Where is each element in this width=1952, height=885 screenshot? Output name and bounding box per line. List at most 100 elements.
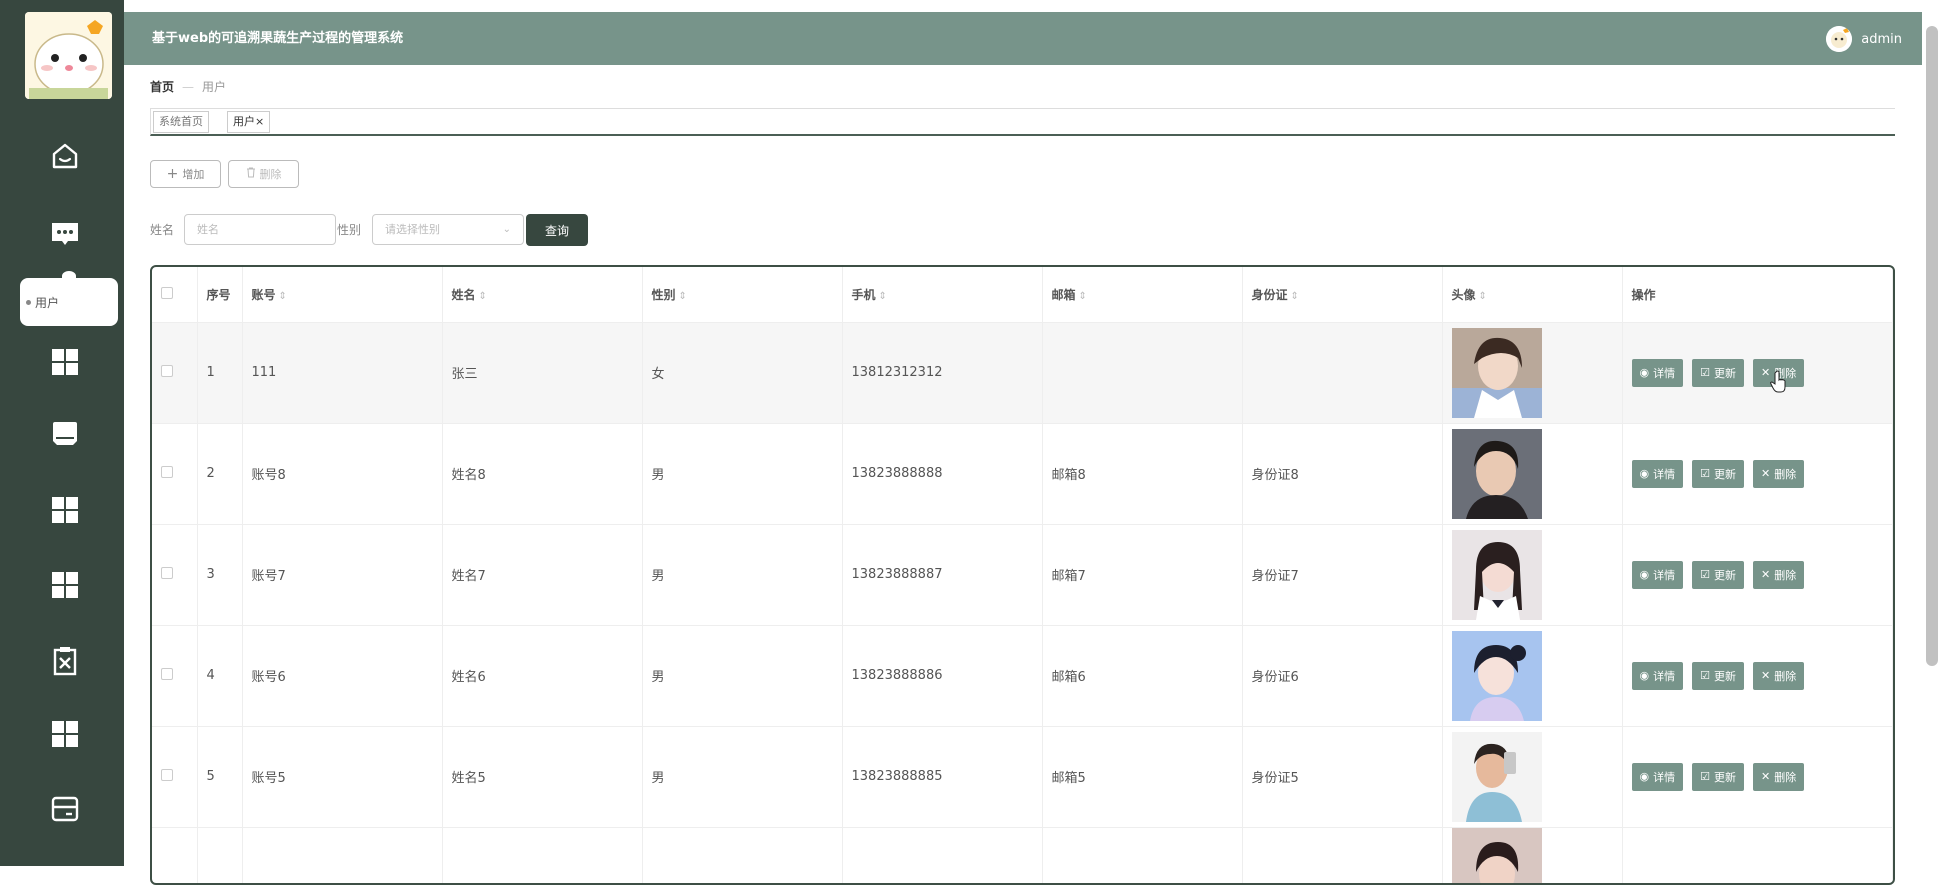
user-avatar-image[interactable] [1452,328,1542,418]
grid-icon[interactable] [47,567,83,603]
cell-actions [1622,827,1893,885]
detail-button[interactable]: ◉详情 [1632,763,1684,791]
cell-actions: ◉详情 ☑更新 ✕删除 [1622,726,1893,827]
user-menu[interactable]: admin [1826,26,1902,52]
sort-icon[interactable]: ⇕ [1291,291,1299,302]
gender-label: 性别 [337,221,361,238]
header-avatar[interactable]: 头像⇕ [1442,267,1622,322]
cell-gender: 女 [642,322,842,423]
row-select-cell [152,524,197,625]
name-input[interactable]: 姓名 [184,214,336,245]
update-button[interactable]: ☑更新 [1692,460,1744,488]
header-actions: 操作 [1622,267,1893,322]
header-account[interactable]: 账号⇕ [242,267,442,322]
cell-account: 账号5 [242,726,442,827]
table-row[interactable] [152,827,1893,885]
delete-button-label: 删除 [260,166,282,182]
grid-icon[interactable] [47,492,83,528]
cell-gender: 男 [642,524,842,625]
delete-button[interactable]: ✕删除 [1753,561,1804,589]
breadcrumb-home[interactable]: 首页 [150,80,174,94]
cell-email [1042,827,1242,885]
table-row[interactable]: 2 账号8 姓名8 男 13823888888 邮箱8 身份证8 ◉详情 ☑更新… [152,423,1893,524]
sidebar-item-users[interactable]: 用户 [20,278,118,326]
update-button[interactable]: ☑更新 [1692,662,1744,690]
gender-select[interactable]: 请选择性别 ⌄ [372,214,524,245]
delete-button-label: 删除 [1774,466,1796,482]
scrollbar[interactable] [1926,26,1938,666]
header-gender[interactable]: 性别⇕ [642,267,842,322]
table-row[interactable]: 1 111 张三 女 13812312312 ◉详情 ☑更新 ✕删除 [152,322,1893,423]
update-button[interactable]: ☑更新 [1692,561,1744,589]
update-button[interactable]: ☑更新 [1692,763,1744,791]
cell-avatar [1442,322,1622,423]
select-all-header [152,267,197,322]
grid-icon[interactable] [47,716,83,752]
breadcrumb-current: 用户 [202,80,226,94]
delete-button-label: 删除 [1774,769,1796,785]
select-all-checkbox[interactable] [161,287,173,299]
cell-actions: ◉详情 ☑更新 ✕删除 [1622,625,1893,726]
cell-email [1042,322,1242,423]
row-select-cell [152,423,197,524]
cell-account: 账号6 [242,625,442,726]
row-checkbox[interactable] [161,365,173,377]
detail-button[interactable]: ◉详情 [1632,460,1684,488]
delete-button[interactable]: ✕删除 [1753,662,1804,690]
user-avatar-image[interactable] [1452,631,1542,721]
cell-phone: 13812312312 [842,322,1042,423]
sidebar-item-label: 用户 [35,294,59,311]
user-avatar-image[interactable] [1452,530,1542,620]
update-button-label: 更新 [1714,668,1736,684]
cell-idcard: 身份证5 [1242,726,1442,827]
tab-users[interactable]: 用户× [227,111,270,133]
sort-icon[interactable]: ⇕ [1079,291,1087,302]
message-icon[interactable] [47,216,83,252]
row-checkbox[interactable] [161,668,173,680]
user-avatar-image[interactable] [1452,732,1542,822]
detail-button-label: 详情 [1653,567,1675,583]
delete-button[interactable]: ✕删除 [1753,763,1804,791]
delete-button-label: 删除 [1774,567,1796,583]
query-button[interactable]: 查询 [526,214,588,246]
header-email[interactable]: 邮箱⇕ [1042,267,1242,322]
delete-button[interactable]: ✕删除 [1753,460,1804,488]
batch-delete-button[interactable]: 删除 [228,160,299,188]
table-row[interactable]: 5 账号5 姓名5 男 13823888885 邮箱5 身份证5 ◉详情 ☑更新… [152,726,1893,827]
detail-button[interactable]: ◉详情 [1632,359,1684,387]
table-row[interactable]: 4 账号6 姓名6 男 13823888886 邮箱6 身份证6 ◉详情 ☑更新… [152,625,1893,726]
user-avatar-image[interactable] [1452,828,1542,885]
sort-icon[interactable]: ⇕ [1479,291,1487,302]
cell-index: 5 [197,726,242,827]
detail-button[interactable]: ◉详情 [1632,662,1684,690]
sort-icon[interactable]: ⇕ [479,291,487,302]
row-checkbox[interactable] [161,466,173,478]
sort-icon[interactable]: ⇕ [679,291,687,302]
clipboard-x-icon[interactable] [47,643,83,679]
add-button[interactable]: + 增加 [150,160,221,188]
cell-name: 姓名5 [442,726,642,827]
edit-icon: ☑ [1700,568,1710,581]
row-checkbox[interactable] [161,769,173,781]
user-avatar-image[interactable] [1452,429,1542,519]
card-icon[interactable] [47,791,83,827]
home-icon[interactable] [47,138,83,174]
cell-actions: ◉详情 ☑更新 ✕删除 [1622,423,1893,524]
grid-icon[interactable] [47,344,83,380]
row-checkbox[interactable] [161,567,173,579]
cell-index: 1 [197,322,242,423]
cell-index: 2 [197,423,242,524]
header-index-label: 序号 [207,288,231,302]
detail-button[interactable]: ◉详情 [1632,561,1684,589]
header-idcard[interactable]: 身份证⇕ [1242,267,1442,322]
table-header-row: 序号 账号⇕ 姓名⇕ 性别⇕ 手机⇕ 邮箱⇕ 身份证⇕ 头像⇕ 操作 [152,267,1893,322]
header-phone[interactable]: 手机⇕ [842,267,1042,322]
header-name[interactable]: 姓名⇕ [442,267,642,322]
table-row[interactable]: 3 账号7 姓名7 男 13823888887 邮箱7 身份证7 ◉详情 ☑更新… [152,524,1893,625]
sort-icon[interactable]: ⇕ [279,291,287,302]
store-icon[interactable] [47,415,83,451]
cell-name: 张三 [442,322,642,423]
tab-system-home[interactable]: 系统首页 [153,111,209,133]
update-button[interactable]: ☑更新 [1692,359,1744,387]
sort-icon[interactable]: ⇕ [879,291,887,302]
